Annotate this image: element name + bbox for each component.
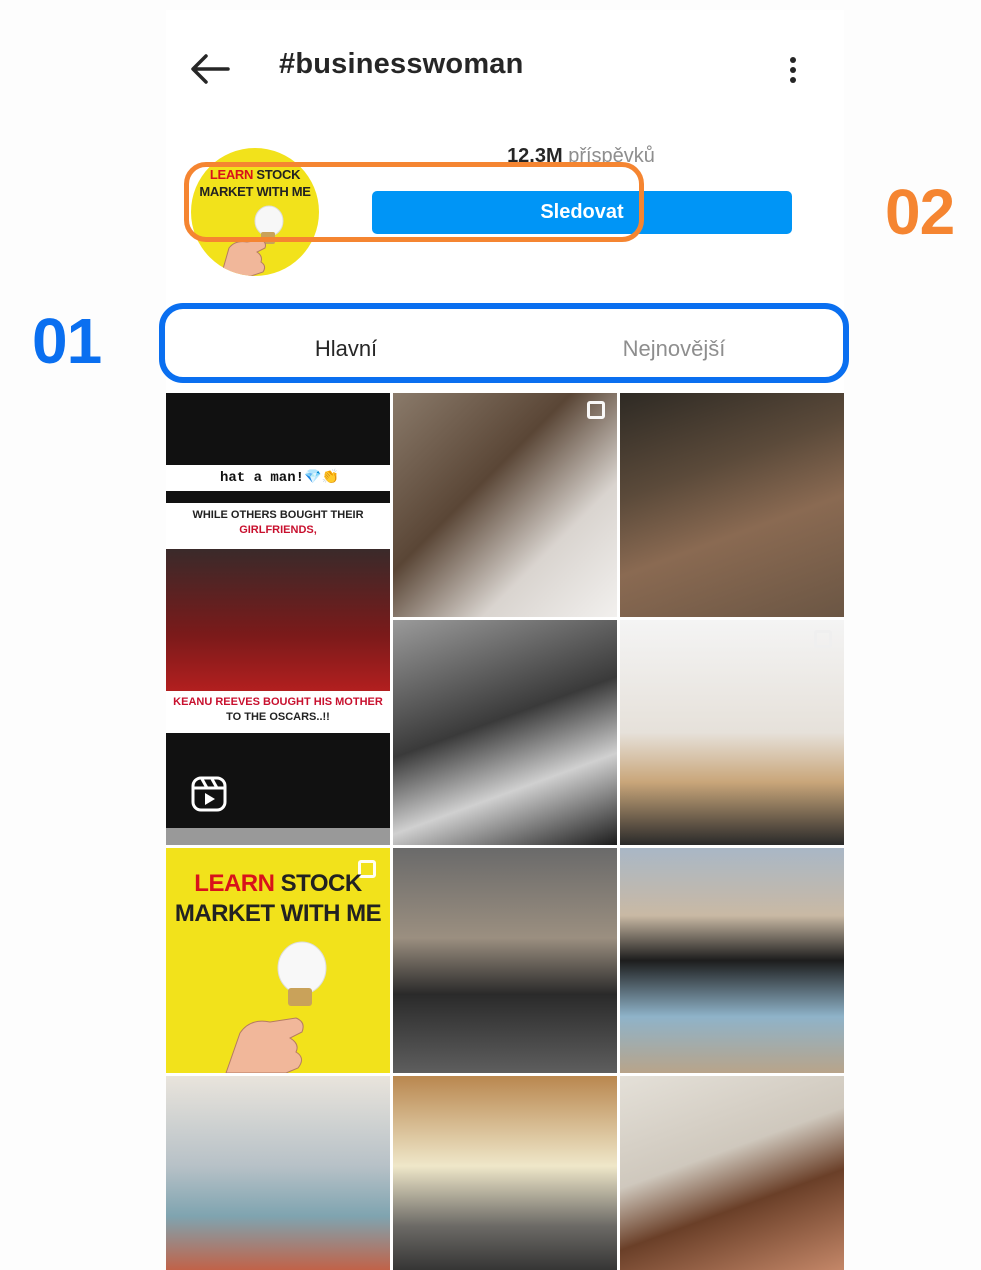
- grid-post[interactable]: LEARN STOCK MARKET WITH ME: [166, 848, 390, 1073]
- grid-post[interactable]: [620, 1076, 844, 1270]
- learn-post-line2: MARKET WITH ME: [174, 900, 382, 927]
- reel-bottom-band: [166, 828, 390, 845]
- tabs-highlight-outline: [159, 303, 849, 383]
- grid-post[interactable]: [393, 1076, 617, 1270]
- top-bar: #businesswoman: [166, 10, 844, 125]
- reel-text-line4: TO THE OSCARS..!!: [226, 711, 330, 723]
- reels-icon: [191, 776, 227, 812]
- grid-post[interactable]: [393, 848, 617, 1073]
- grid-post[interactable]: [620, 848, 844, 1073]
- follow-highlight-outline: [184, 162, 644, 242]
- reel-text-line1: WHILE OTHERS BOUGHT THEIR: [192, 509, 364, 521]
- more-options-icon[interactable]: [778, 52, 808, 88]
- grid-post[interactable]: [393, 620, 617, 845]
- back-arrow-icon[interactable]: [188, 52, 232, 86]
- reel-caption: hat a man!💎👏: [166, 465, 390, 491]
- grid-post[interactable]: [620, 620, 844, 845]
- grid-post-reel[interactable]: hat a man!💎👏 WHILE OTHERS BOUGHT THEIR G…: [166, 393, 390, 845]
- multiple-photos-icon: [587, 401, 605, 419]
- page-title: #businesswoman: [279, 48, 524, 80]
- reel-text-line3: KEANU REEVES BOUGHT HIS MOTHER: [173, 696, 383, 708]
- lightbulb-hand-icon: [225, 941, 327, 1073]
- annotation-label-02: 02: [885, 176, 955, 248]
- reel-text-line2: GIRLFRIENDS,: [239, 524, 317, 536]
- grid-post[interactable]: [166, 1076, 390, 1270]
- learn-post-line1: LEARN STOCK: [194, 870, 362, 897]
- multiple-photos-icon: [814, 630, 832, 648]
- grid-post[interactable]: [620, 393, 844, 617]
- grid-post[interactable]: [393, 393, 617, 617]
- annotation-label-01: 01: [32, 305, 102, 377]
- reel-photo: [166, 549, 390, 691]
